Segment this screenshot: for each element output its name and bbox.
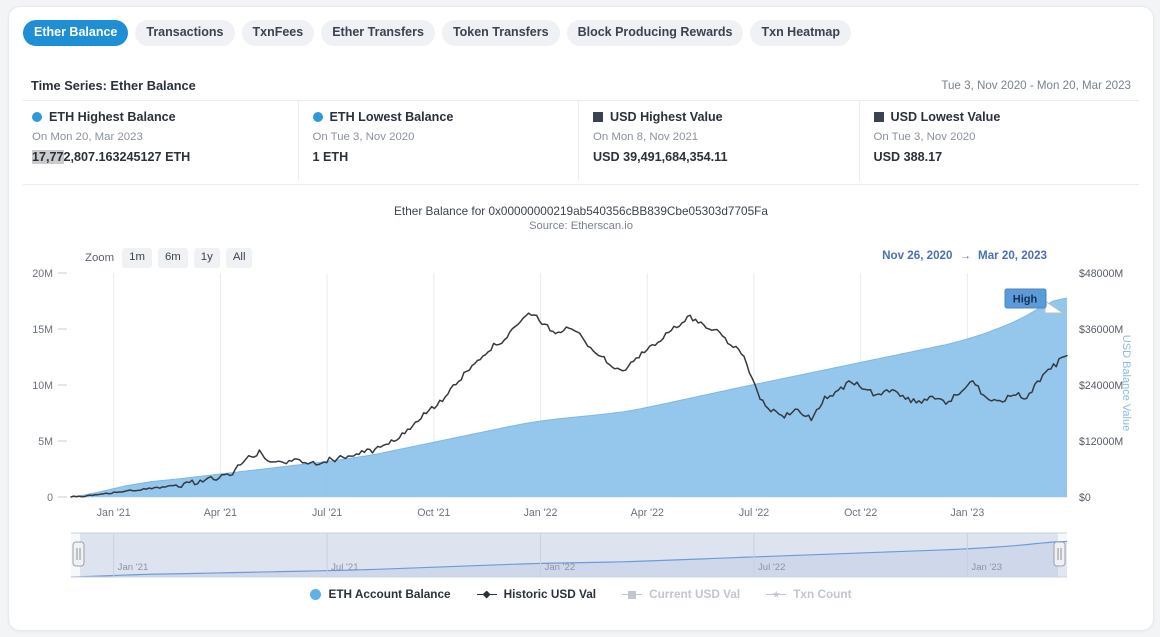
tab-txnfees[interactable]: TxnFees (241, 20, 315, 46)
y-axis-right-tick: $48000M (1079, 268, 1123, 280)
y-axis-right-tick: $24000M (1079, 380, 1123, 392)
chart-plot-area[interactable]: Jan '21 Apr '21 Jul '21 Oct '21 Jan '22 Apr '… (9, 265, 1153, 585)
x-axis-tick: Oct '21 (417, 507, 450, 519)
y-axis-right-tick: $12000M (1079, 436, 1123, 448)
stat-date: On Tue 3, Nov 2020 (873, 131, 976, 143)
navigator[interactable]: Jan '21 Jul '21 Jan '22 Jul '22 Jan '23 (70, 532, 1068, 578)
stat-date: On Mon 20, Mar 2023 (32, 131, 143, 143)
x-axis-tick: Jan '23 (950, 507, 984, 519)
navigator-tick: Jul '21 (331, 562, 358, 573)
y-axis-left-tick: 5M (38, 436, 53, 448)
line-square-marker-icon (622, 589, 643, 600)
legend-item-current-usd-val[interactable]: Current USD Val (622, 587, 740, 601)
stat-header: USD Highest Value (593, 110, 859, 124)
legend-label: Historic USD Val (503, 587, 597, 601)
tab-txn-heatmap[interactable]: Txn Heatmap (750, 20, 851, 46)
stat-date: On Tue 3, Nov 2020 (312, 131, 415, 143)
tab-block-producing-rewards[interactable]: Block Producing Rewards (566, 20, 744, 46)
arrow-right-icon: → (959, 249, 972, 262)
range-from-date[interactable]: Nov 26, 2020 (882, 249, 952, 262)
navigator-handle-right[interactable] (1053, 541, 1066, 567)
chart-svg: Jan '21 Apr '21 Jul '21 Oct '21 Jan '22 Apr '… (32, 268, 1132, 578)
stat-value: 1 ETH (312, 150, 349, 164)
line-marker-icon (476, 589, 497, 600)
tab-ether-balance[interactable]: Ether Balance (23, 20, 129, 46)
zoom-label: Zoom (85, 251, 115, 264)
x-axis-tick: Jan '21 (97, 507, 131, 519)
navigator-tick: Jan '22 (545, 562, 576, 573)
x-axis-tick: Jul '22 (739, 507, 769, 519)
legend-label: Current USD Val (649, 587, 741, 601)
stat-usd-highest-value: USD Highest Value On Mon 8, Nov 2021 USD… (578, 101, 859, 181)
x-axis-tick: Oct '22 (844, 507, 877, 519)
date-range-text: Tue 3, Nov 2020 - Mon 20, Mar 2023 (941, 79, 1131, 92)
x-axis-tick: Jan '22 (524, 507, 558, 519)
y-axis-left-tick: 0 (47, 492, 53, 504)
legend-item-eth-account-balance[interactable]: ETH Account Balance (310, 587, 451, 601)
stat-value: USD 39,491,684,354.11 (593, 150, 728, 164)
y-axis-left-tick: 20M (32, 268, 53, 280)
legend-label: Txn Count (793, 587, 852, 601)
navigator-tick: Jul '22 (758, 562, 785, 573)
line-star-marker-icon (766, 589, 787, 600)
summary-stats: ETH Highest Balance On Mon 20, Mar 2023 … (23, 101, 1139, 181)
stat-header: USD Lowest Value (873, 110, 1140, 124)
ether-balance-panel: Ether Balance Transactions TxnFees Ether… (8, 6, 1154, 631)
x-axis-tick: Apr '22 (631, 507, 664, 519)
divider-bottom (23, 184, 1139, 185)
y-axis-right-tick: $36000M (1079, 324, 1123, 336)
y-axis-left-tick: 15M (32, 324, 53, 336)
legend-item-historic-usd-val[interactable]: Historic USD Val (476, 587, 597, 601)
navigator-tick: Jan '23 (971, 562, 1002, 573)
navigator-handle-left[interactable] (72, 541, 85, 567)
dark-square-icon (873, 112, 884, 122)
stat-label: USD Highest Value (610, 110, 723, 124)
legend-item-txn-count[interactable]: Txn Count (766, 587, 852, 601)
tab-transactions[interactable]: Transactions (135, 20, 235, 46)
high-flag-label: High (1013, 294, 1038, 306)
tab-ether-transfers[interactable]: Ether Transfers (321, 20, 435, 46)
stat-label: ETH Highest Balance (49, 110, 176, 124)
stat-usd-lowest-value: USD Lowest Value On Tue 3, Nov 2020 USD … (858, 101, 1140, 181)
stat-value-rest: 2,807.163245127 ETH (63, 150, 191, 164)
y-axis-left-tick: 10M (32, 380, 53, 392)
legend-label: ETH Account Balance (328, 587, 451, 601)
selected-text: 17,77 (32, 150, 64, 164)
chart-legend: ETH Account Balance Historic USD Val Cur… (9, 587, 1153, 601)
range-input-dates: Nov 26, 2020 → Mar 20, 2023 (882, 249, 1047, 262)
chart-source: Source: Etherscan.io (529, 220, 633, 232)
stat-header: ETH Highest Balance (32, 110, 298, 124)
range-to-date[interactable]: Mar 20, 2023 (978, 249, 1047, 262)
tab-token-transfers[interactable]: Token Transfers (441, 20, 560, 46)
stat-value: USD 388.17 (873, 150, 943, 164)
stat-label: USD Lowest Value (890, 110, 1001, 124)
stat-eth-lowest-balance: ETH Lowest Balance On Tue 3, Nov 2020 1 … (297, 101, 579, 181)
y-axis-right-title: USD Balance Value (1120, 335, 1132, 431)
page-title: Time Series: Ether Balance (31, 78, 196, 93)
tab-bar: Ether Balance Transactions TxnFees Ether… (23, 20, 851, 46)
blue-circle-icon (32, 112, 42, 122)
stat-eth-highest-balance: ETH Highest Balance On Mon 20, Mar 2023 … (23, 101, 298, 181)
x-axis-tick: Apr '21 (204, 507, 237, 519)
dark-square-icon (593, 112, 603, 122)
stat-date: On Mon 8, Nov 2021 (593, 131, 699, 143)
blue-circle-icon (312, 112, 323, 122)
x-axis-tick: Jul '21 (312, 507, 342, 519)
y-axis-right-tick: $0 (1079, 492, 1091, 504)
chart-title: Ether Balance for 0x00000000219ab540356c… (394, 204, 768, 218)
stat-value: 17,772,807.163245127 ETH (32, 150, 298, 164)
stat-header: ETH Lowest Balance (312, 110, 579, 124)
circle-marker-icon (310, 588, 322, 600)
navigator-tick: Jan '21 (118, 562, 149, 573)
stat-label: ETH Lowest Balance (329, 110, 454, 124)
